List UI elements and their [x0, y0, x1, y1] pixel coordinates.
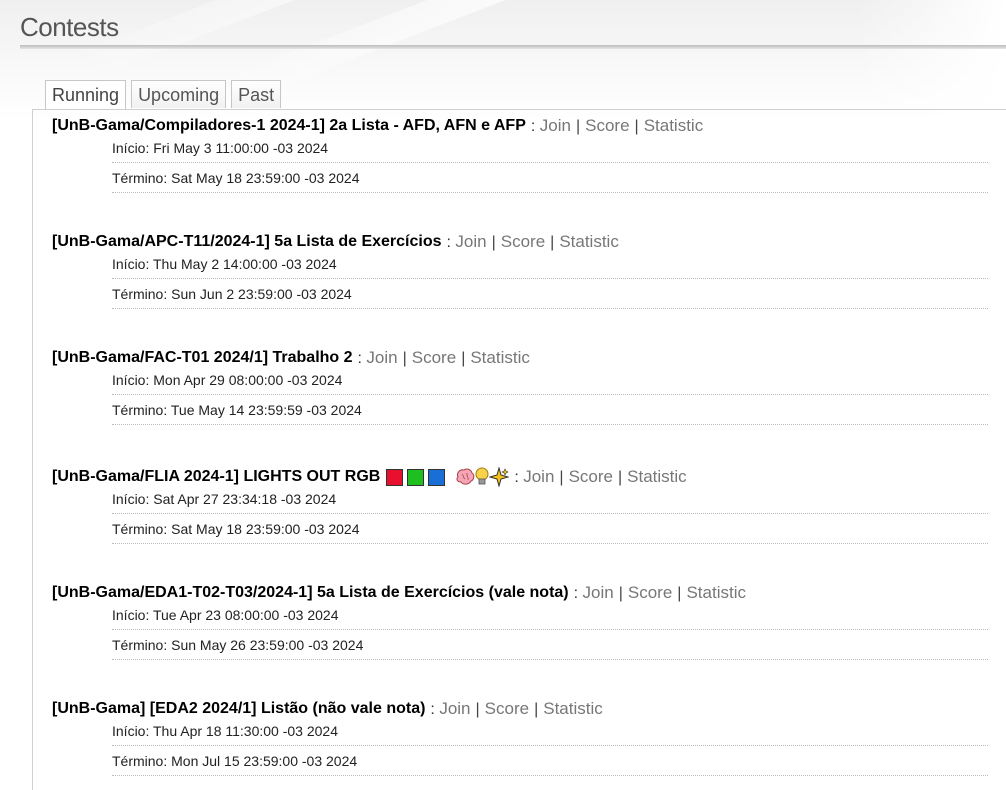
contest-name: [UnB-Gama/APC-T11/2024-1] 5a Lista de Ex… [52, 233, 442, 250]
contest-end: Término: Sat May 18 23:59:00 -03 2024 [112, 514, 988, 544]
contest-name: [UnB-Gama/EDA1-T02-T03/2024-1] 5a Lista … [52, 584, 569, 601]
statistic-link[interactable]: Statistic [543, 699, 603, 718]
contest-end: Término: Mon Jul 15 23:59:00 -03 2024 [112, 746, 988, 776]
join-link[interactable]: Join [366, 348, 397, 367]
statistic-link[interactable]: Statistic [644, 116, 704, 135]
score-link[interactable]: Score [569, 467, 613, 486]
page-title: Contests [20, 12, 119, 42]
statistic-link[interactable]: Statistic [559, 232, 619, 251]
contest-links: : Join | Score | Statistic [446, 231, 619, 251]
contest-name: [UnB-Gama/FAC-T01 2024/1] Trabalho 2 [52, 349, 353, 366]
contest-item: [UnB-Gama/Compiladores-1 2024-1] 2a List… [52, 115, 988, 193]
contest-tabs: Running Upcoming Past [45, 80, 282, 109]
brain-icon [456, 468, 475, 485]
contest-start: Início: Sat Apr 27 23:34:18 -03 2024 [112, 488, 988, 514]
tab-past[interactable]: Past [231, 80, 282, 108]
contest-links: : Join | Score | Statistic [573, 582, 746, 602]
contest-start: Início: Tue Apr 23 08:00:00 -03 2024 [112, 604, 988, 630]
contest-links: : Join | Score | Statistic [430, 698, 603, 718]
contest-end: Término: Tue May 14 23:59:59 -03 2024 [112, 395, 988, 425]
green-square-icon [407, 468, 425, 486]
statistic-link[interactable]: Statistic [627, 467, 687, 486]
tab-running[interactable]: Running [45, 80, 127, 109]
contest-item: [UnB-Gama/APC-T11/2024-1] 5a Lista de Ex… [52, 231, 988, 309]
red-square-icon [386, 468, 404, 486]
contest-item: [UnB-Gama/EDA1-T02-T03/2024-1] 5a Lista … [52, 582, 988, 660]
contest-list-panel [32, 109, 1006, 790]
join-link[interactable]: Join [583, 583, 614, 602]
join-link[interactable]: Join [455, 232, 486, 251]
contest-item: [UnB-Gama/FLIA 2024-1] LIGHTS OUT RGB : … [52, 466, 988, 544]
contest-start: Início: Thu May 2 14:00:00 -03 2024 [112, 253, 988, 279]
contest-start: Início: Mon Apr 29 08:00:00 -03 2024 [112, 369, 988, 395]
contest-start: Início: Fri May 3 11:00:00 -03 2024 [112, 137, 988, 163]
contest-name: [UnB-Gama/FLIA 2024-1] LIGHTS OUT RGB [52, 468, 381, 485]
contest-name: [UnB-Gama/Compiladores-1 2024-1] 2a List… [52, 117, 526, 134]
lightbulb-icon [475, 467, 489, 485]
join-link[interactable]: Join [523, 467, 554, 486]
contest-start: Início: Thu Apr 18 11:30:00 -03 2024 [112, 720, 988, 746]
contest-links: : Join | Score | Statistic [514, 466, 687, 486]
contest-emoji [386, 467, 510, 487]
contest-item: [UnB-Gama] [EDA2 2024/1] Listão (não val… [52, 698, 988, 776]
contest-links: : Join | Score | Statistic [530, 115, 704, 135]
statistic-link[interactable]: Statistic [686, 583, 746, 602]
score-link[interactable]: Score [501, 232, 545, 251]
score-link[interactable]: Score [412, 348, 456, 367]
join-link[interactable]: Join [540, 116, 571, 135]
score-link[interactable]: Score [585, 116, 629, 135]
score-link[interactable]: Score [628, 583, 672, 602]
join-link[interactable]: Join [439, 699, 470, 718]
statistic-link[interactable]: Statistic [470, 348, 530, 367]
contest-item: [UnB-Gama/FAC-T01 2024/1] Trabalho 2 : J… [52, 347, 988, 425]
blue-square-icon [428, 468, 446, 486]
contest-end: Término: Sun Jun 2 23:59:00 -03 2024 [112, 279, 988, 309]
contest-end: Término: Sat May 18 23:59:00 -03 2024 [112, 163, 988, 193]
title-underline [20, 45, 1006, 49]
contest-end: Término: Sun May 26 23:59:00 -03 2024 [112, 630, 988, 660]
score-link[interactable]: Score [485, 699, 529, 718]
contest-links: : Join | Score | Statistic [357, 347, 530, 367]
sparkles-icon [489, 467, 510, 487]
contest-name: [UnB-Gama] [EDA2 2024/1] Listão (não val… [52, 700, 426, 717]
tab-upcoming[interactable]: Upcoming [131, 80, 227, 108]
